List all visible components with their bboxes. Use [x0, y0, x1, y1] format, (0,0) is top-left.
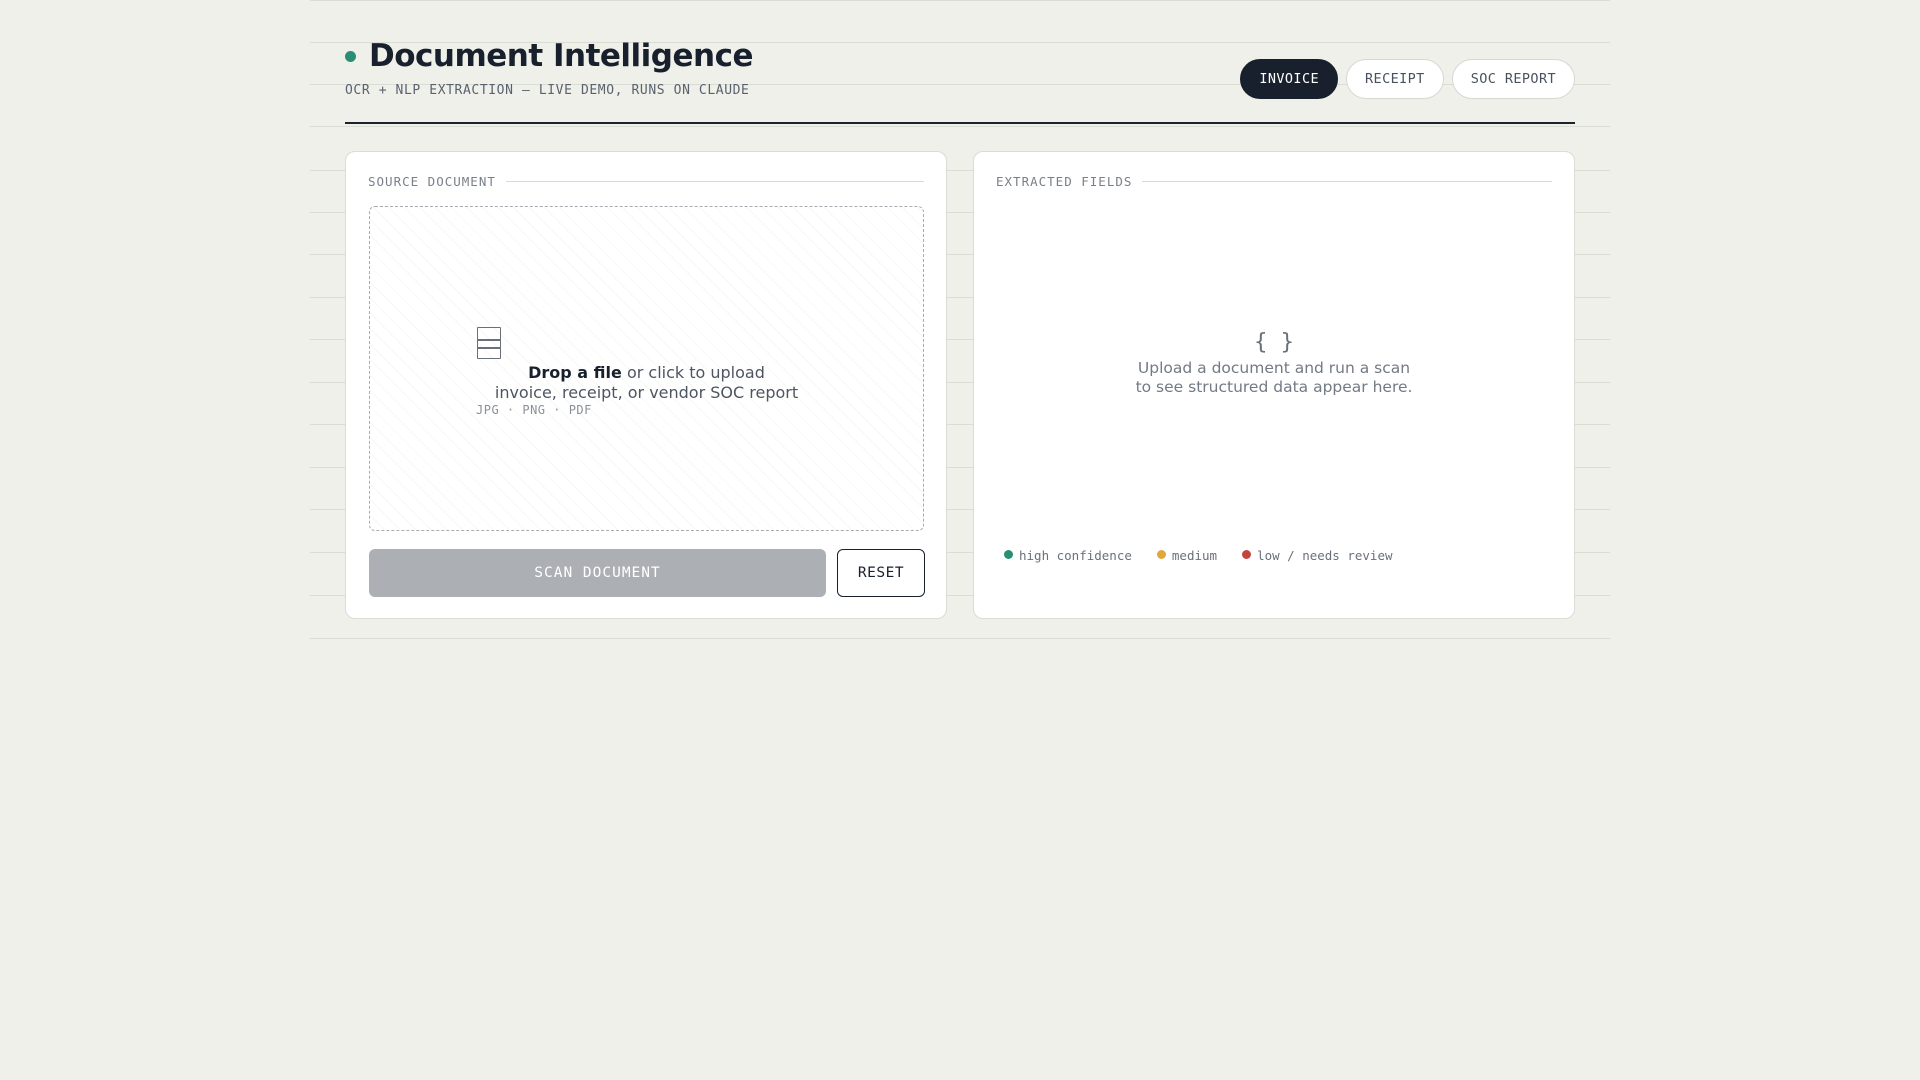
dropzone-secondary-text: invoice, receipt, or vendor SOC report [494, 383, 799, 402]
app-header: Document Intelligence OCR + NLP EXTRACTI… [345, 0, 1575, 124]
source-panel-header: SOURCE DOCUMENT [368, 174, 924, 189]
status-dot-icon [345, 50, 356, 62]
fields-panel-header: EXTRACTED FIELDS [996, 174, 1552, 189]
title-row: Document Intelligence [345, 38, 754, 74]
empty-state: { } Upload a document and run a scan to … [974, 330, 1574, 397]
legend-dot-low-icon [1242, 549, 1252, 559]
legend-label-high: high confidence [1019, 548, 1132, 563]
legend-dot-medium-icon [1156, 549, 1166, 559]
dropzone-strong-text: Drop a file [528, 363, 622, 382]
reset-button[interactable]: RESET [837, 549, 925, 597]
source-document-panel: SOURCE DOCUMENT Drop a file or click to … [345, 151, 947, 619]
empty-state-line-2: to see structured data appear here. [1135, 378, 1413, 396]
legend-label-medium: medium [1171, 548, 1218, 563]
legend-item-low: low / needs review [1242, 548, 1393, 563]
divider [1142, 181, 1552, 182]
confidence-legend: high confidence medium low / needs revie… [1004, 548, 1393, 563]
legend-dot-high-icon [1004, 549, 1013, 559]
panels: SOURCE DOCUMENT Drop a file or click to … [345, 151, 1575, 619]
file-dropzone[interactable]: Drop a file or click to upload invoice, … [369, 206, 924, 531]
legend-item-high: high confidence [1004, 548, 1132, 563]
source-panel-label: SOURCE DOCUMENT [368, 174, 496, 189]
app-container: Document Intelligence OCR + NLP EXTRACTI… [345, 0, 1575, 619]
empty-state-line-1: Upload a document and run a scan [1137, 359, 1411, 377]
page-title: Document Intelligence [369, 38, 754, 74]
dropzone-rest-text: or click to upload [621, 363, 765, 382]
tab-soc-report[interactable]: SOC REPORT [1451, 59, 1575, 99]
tab-invoice[interactable]: INVOICE [1240, 59, 1339, 99]
braces-icon: { } [1254, 330, 1294, 355]
dropzone-primary-text: Drop a file or click to upload [370, 363, 923, 382]
divider [505, 181, 924, 182]
document-icon [477, 327, 501, 359]
dropzone-formats: JPG · PNG · PDF [476, 403, 592, 417]
fields-panel-label: EXTRACTED FIELDS [996, 174, 1133, 189]
tab-receipt[interactable]: RECEIPT [1346, 59, 1444, 99]
page-subtitle: OCR + NLP EXTRACTION — LIVE DEMO, RUNS O… [345, 83, 750, 98]
legend-label-low: low / needs review [1257, 548, 1393, 563]
scan-document-button[interactable]: SCAN DOCUMENT [369, 549, 826, 597]
legend-item-medium: medium [1156, 548, 1218, 563]
extracted-fields-panel: EXTRACTED FIELDS { } Upload a document a… [973, 151, 1575, 619]
document-type-tabs: INVOICE RECEIPT SOC REPORT [1240, 59, 1575, 99]
